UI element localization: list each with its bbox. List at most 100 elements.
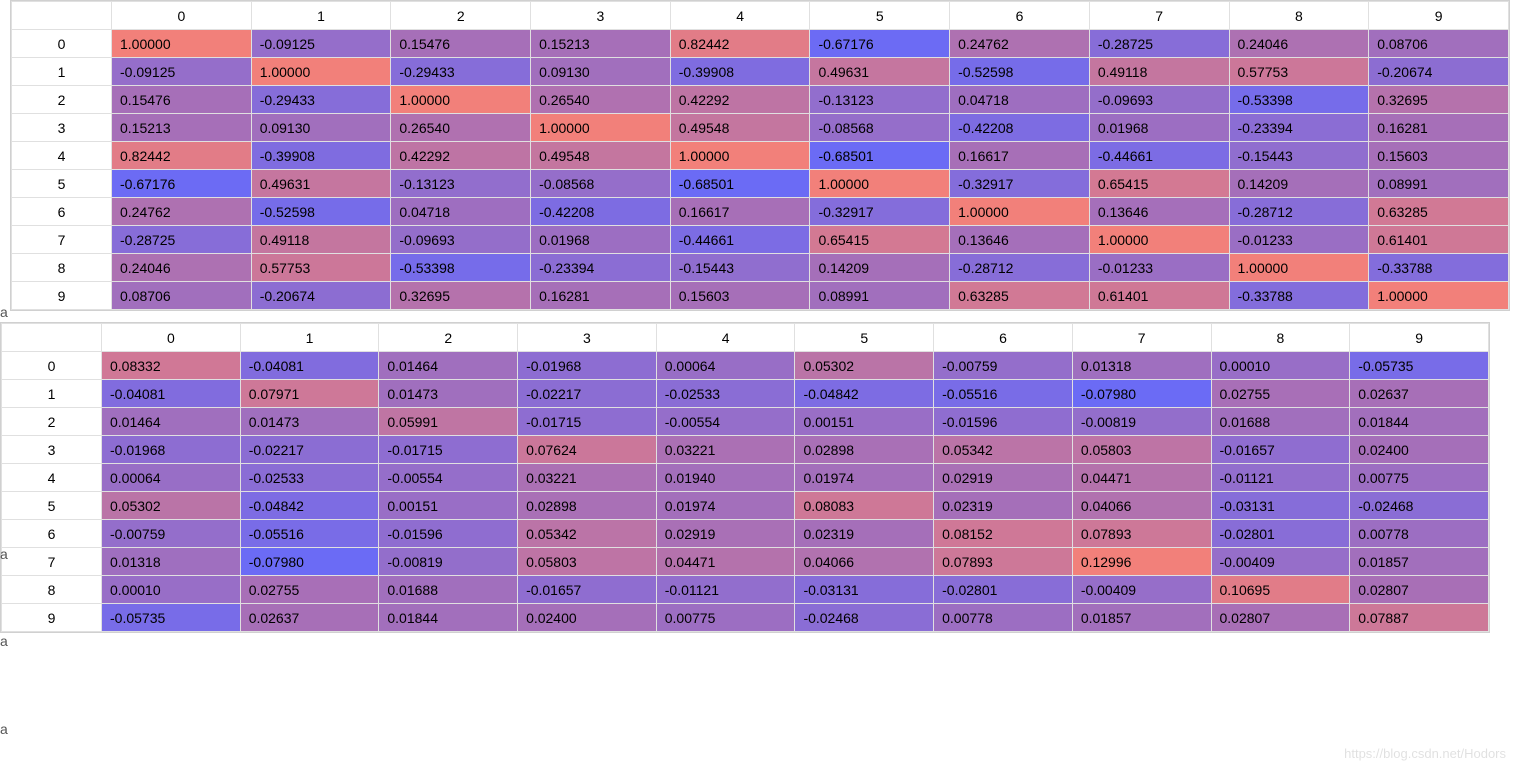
heatmap-cell: -0.07980 <box>240 548 379 576</box>
heatmap-cell: 0.07971 <box>240 380 379 408</box>
heatmap-cell: 0.12996 <box>1072 548 1211 576</box>
row-header: 6 <box>12 198 112 226</box>
bg-letter: a <box>0 546 8 562</box>
col-header: 2 <box>379 324 518 352</box>
row-header: 2 <box>2 408 102 436</box>
heatmap-cell: 0.57753 <box>1229 58 1369 86</box>
heatmap-cell: -0.02801 <box>934 576 1073 604</box>
heatmap-cell: 0.14209 <box>810 254 950 282</box>
col-header: 7 <box>1072 324 1211 352</box>
heatmap-cell: -0.28725 <box>1089 30 1229 58</box>
heatmap-cell: 0.49118 <box>251 226 391 254</box>
heatmap-cell: 0.01940 <box>656 464 795 492</box>
heatmap-cell: -0.07980 <box>1072 380 1211 408</box>
heatmap-cell: -0.00554 <box>379 464 518 492</box>
corner-cell <box>12 2 112 30</box>
heatmap-cell: 0.24762 <box>112 198 252 226</box>
heatmap-cell: 0.01464 <box>102 408 241 436</box>
corner-cell <box>2 324 102 352</box>
heatmap-cell: 1.00000 <box>1229 254 1369 282</box>
heatmap-cell: -0.53398 <box>391 254 531 282</box>
heatmap-cell: 0.08706 <box>112 282 252 310</box>
col-header: 3 <box>518 324 657 352</box>
heatmap-cell: -0.23394 <box>1229 114 1369 142</box>
heatmap-cell: 0.05342 <box>934 436 1073 464</box>
heatmap-cell: -0.67176 <box>810 30 950 58</box>
heatmap-cell: 0.15213 <box>531 30 671 58</box>
heatmap-cell: 0.01688 <box>1211 408 1350 436</box>
heatmap-cell: 0.01857 <box>1072 604 1211 632</box>
heatmap-cell: -0.20674 <box>251 282 391 310</box>
heatmap-cell: -0.39908 <box>251 142 391 170</box>
row-header: 0 <box>2 352 102 380</box>
row-header: 4 <box>2 464 102 492</box>
row-header: 0 <box>12 30 112 58</box>
heatmap-cell: -0.01657 <box>518 576 657 604</box>
heatmap-cell: -0.02468 <box>1350 492 1489 520</box>
heatmap-cell: 0.03221 <box>656 436 795 464</box>
heatmap-cell: -0.09693 <box>391 226 531 254</box>
heatmap-cell: -0.23394 <box>531 254 671 282</box>
heatmap-cell: -0.39908 <box>670 58 810 86</box>
heatmap-cell: 0.00010 <box>102 576 241 604</box>
heatmap-cell: 0.00064 <box>102 464 241 492</box>
heatmap-cell: -0.01233 <box>1229 226 1369 254</box>
heatmap-cell: 0.08991 <box>810 282 950 310</box>
heatmap-cell: -0.04081 <box>102 380 241 408</box>
heatmap-cell: -0.05735 <box>102 604 241 632</box>
col-header: 2 <box>391 2 531 30</box>
heatmap-cell: 0.26540 <box>391 114 531 142</box>
heatmap-cell: 0.02319 <box>934 492 1073 520</box>
heatmap-cell: -0.29433 <box>251 86 391 114</box>
heatmap-cell: -0.02217 <box>240 436 379 464</box>
heatmap-cell: 0.32695 <box>1369 86 1509 114</box>
heatmap-cell: 0.04471 <box>1072 464 1211 492</box>
row-header: 2 <box>12 86 112 114</box>
heatmap-cell: -0.05735 <box>1350 352 1489 380</box>
heatmap-cell: 0.01968 <box>1089 114 1229 142</box>
heatmap-cell: -0.05516 <box>240 520 379 548</box>
heatmap-cell: -0.00759 <box>934 352 1073 380</box>
heatmap-cell: 0.02898 <box>518 492 657 520</box>
heatmap-cell: -0.33788 <box>1369 254 1509 282</box>
heatmap-cell: 0.01318 <box>1072 352 1211 380</box>
heatmap-cell: 0.01688 <box>379 576 518 604</box>
row-header: 4 <box>12 142 112 170</box>
heatmap-cell: 0.08152 <box>934 520 1073 548</box>
col-header: 6 <box>934 324 1073 352</box>
heatmap-cell: -0.13123 <box>810 86 950 114</box>
row-header: 7 <box>12 226 112 254</box>
heatmap-cell: 0.09130 <box>251 114 391 142</box>
heatmap-cell: -0.32917 <box>810 198 950 226</box>
heatmap-cell: 0.02400 <box>1350 436 1489 464</box>
heatmap-cell: 0.01464 <box>379 352 518 380</box>
heatmap-cell: -0.01121 <box>656 576 795 604</box>
heatmap-cell: 0.04471 <box>656 548 795 576</box>
row-header: 5 <box>12 170 112 198</box>
heatmap-cell: -0.01715 <box>518 408 657 436</box>
heatmap-cell: -0.13123 <box>391 170 531 198</box>
heatmap-table-0: 012345678901.00000-0.091250.154760.15213… <box>10 0 1510 311</box>
heatmap-cell: 1.00000 <box>1089 226 1229 254</box>
heatmap-cell: 0.49548 <box>531 142 671 170</box>
heatmap-cell: -0.44661 <box>670 226 810 254</box>
heatmap-cell: -0.02217 <box>518 380 657 408</box>
heatmap-cell: 0.01968 <box>531 226 671 254</box>
heatmap-cell: 0.05302 <box>102 492 241 520</box>
row-header: 1 <box>2 380 102 408</box>
col-header: 8 <box>1211 324 1350 352</box>
col-header: 4 <box>656 324 795 352</box>
heatmap-cell: 0.15603 <box>670 282 810 310</box>
heatmap-cell: 0.15603 <box>1369 142 1509 170</box>
heatmap-cell: 0.49631 <box>251 170 391 198</box>
heatmap-cell: 0.65415 <box>810 226 950 254</box>
row-header: 9 <box>2 604 102 632</box>
heatmap-cell: -0.09125 <box>112 58 252 86</box>
heatmap-cell: 1.00000 <box>670 142 810 170</box>
col-header: 0 <box>112 2 252 30</box>
heatmap-cell: 1.00000 <box>1369 282 1509 310</box>
heatmap-cell: 0.02755 <box>1211 380 1350 408</box>
heatmap-cell: -0.68501 <box>810 142 950 170</box>
heatmap-cell: -0.33788 <box>1229 282 1369 310</box>
heatmap-cell: -0.08568 <box>810 114 950 142</box>
